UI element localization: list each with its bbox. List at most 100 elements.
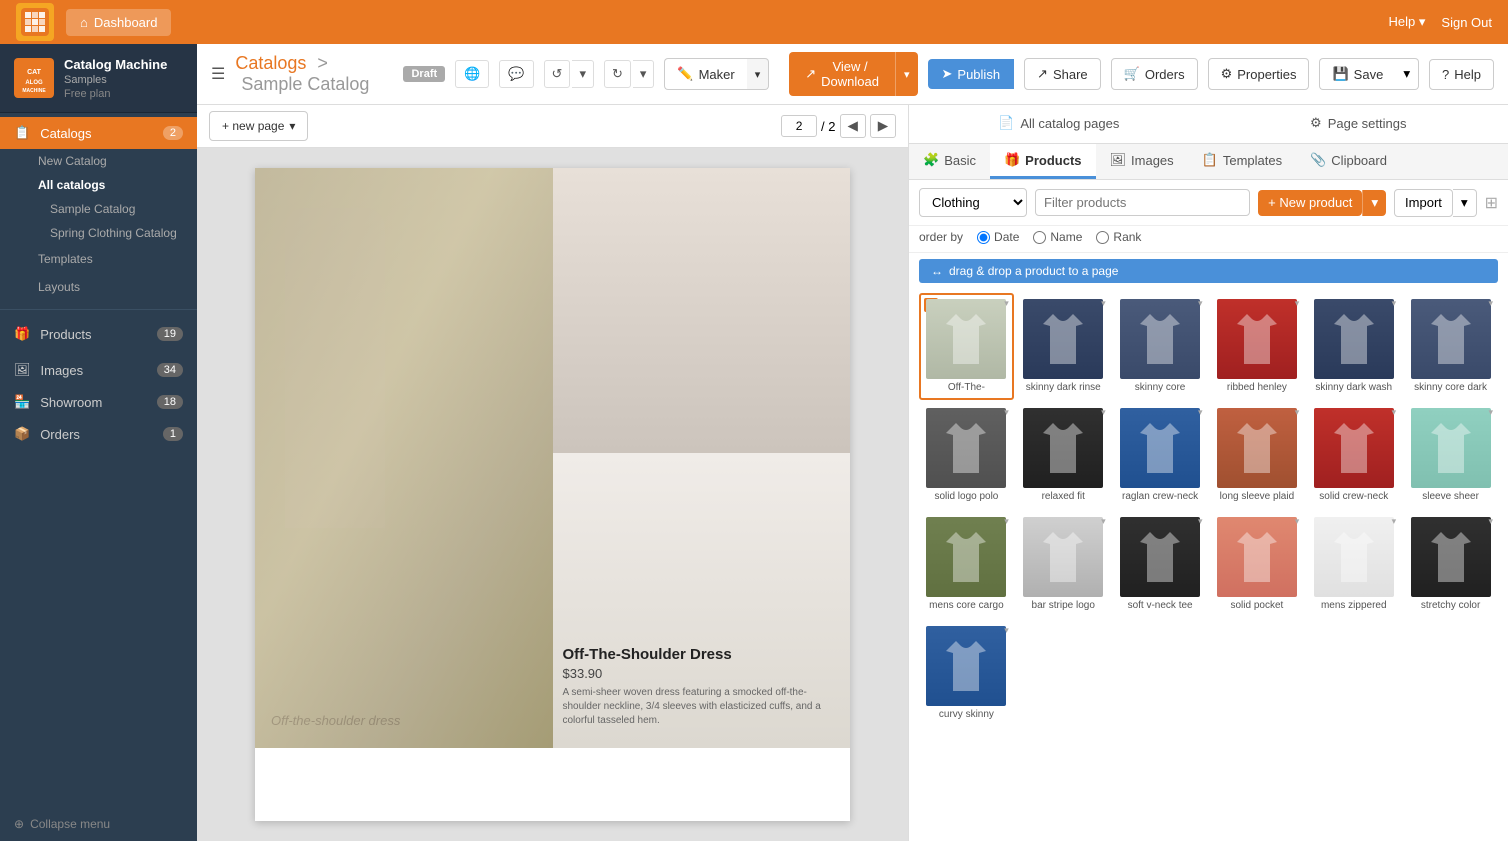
sidebar-item-catalogs[interactable]: 📋 Catalogs 2 [0,117,197,149]
product-dropdown[interactable]: ▾ [1004,516,1009,527]
order-by-rank-label[interactable]: Rank [1096,230,1141,244]
product-card[interactable]: ▾relaxed fit [1016,402,1111,509]
product-card[interactable]: ▾skinny dark rinse [1016,293,1111,400]
product-dropdown[interactable]: ▾ [1295,298,1300,309]
product-card[interactable]: ▾skinny core [1113,293,1208,400]
sidebar-sub-spring-catalog[interactable]: Spring Clothing Catalog [0,221,197,245]
order-by-date-label[interactable]: Date [977,230,1019,244]
product-card[interactable]: ▾raglan crew-neck [1113,402,1208,509]
product-card[interactable]: ▾solid logo polo [919,402,1014,509]
product-dropdown[interactable]: ▾ [1198,516,1203,527]
globe-button[interactable]: 🌐 [455,60,489,88]
sub-tab-images[interactable]: 🖼 Images [1096,144,1188,179]
hamburger-icon[interactable]: ☰ [211,64,225,84]
maker-dropdown[interactable]: ▾ [747,58,770,90]
product-card[interactable]: ▾ribbed henley [1210,293,1305,400]
sidebar-layouts-link[interactable]: Layouts [0,273,197,301]
grid-view-button[interactable]: ⊞ [1485,193,1498,213]
all-catalog-pages-label: All catalog pages [1020,116,1119,131]
view-download-button[interactable]: ↗ View / Download [789,52,895,96]
product-card[interactable]: ▾stretchy color [1403,511,1498,618]
product-dropdown[interactable]: ▾ [1488,407,1493,418]
help-button[interactable]: ? Help [1429,59,1494,90]
order-by-name-label[interactable]: Name [1033,230,1082,244]
properties-button[interactable]: ⚙ Properties [1208,58,1310,90]
product-card[interactable]: ▾soft v-neck tee [1113,511,1208,618]
page-input[interactable] [781,115,817,137]
sidebar-item-products[interactable]: 🎁 Products 19 [0,318,197,350]
breadcrumb-parent[interactable]: Catalogs [235,53,306,73]
order-by-date-radio[interactable] [977,231,990,244]
orders-button[interactable]: 🛒 Orders [1111,58,1198,90]
collapse-menu[interactable]: ⊕ Collapse menu [0,807,197,841]
product-card[interactable]: ✓▾Off-The- [919,293,1014,400]
sidebar-sub-new-catalog[interactable]: New Catalog [0,149,197,173]
category-select[interactable]: Clothing All Products [919,188,1027,217]
redo-button[interactable]: ↻ [604,60,631,88]
product-dropdown[interactable]: ▾ [1004,407,1009,418]
product-card[interactable]: ▾bar stripe logo [1016,511,1111,618]
product-card[interactable]: ▾sleeve sheer [1403,402,1498,509]
sidebar-sub-all-catalogs[interactable]: All catalogs [0,173,197,197]
import-button[interactable]: Import [1394,189,1453,217]
tab-all-catalog-pages[interactable]: 📄 All catalog pages [909,105,1209,143]
product-card[interactable]: ▾skinny core dark [1403,293,1498,400]
signout-link[interactable]: Sign Out [1441,15,1492,30]
product-dropdown[interactable]: ▾ [1295,516,1300,527]
product-dropdown[interactable]: ▾ [1295,407,1300,418]
save-icon: 💾 [1332,66,1348,82]
product-card[interactable]: ▾mens zippered [1306,511,1401,618]
product-dropdown[interactable]: ▾ [1488,516,1493,527]
product-card[interactable]: ▾solid crew-neck [1306,402,1401,509]
undo-dropdown[interactable]: ▾ [572,60,594,88]
product-card[interactable]: ▾skinny dark wash [1306,293,1401,400]
sub-tab-basic[interactable]: 🧩 Basic [909,144,990,179]
product-card[interactable]: ▾curvy skinny [919,620,1014,727]
sidebar-item-images[interactable]: 🖼 Images 34 [0,354,197,386]
page-next-button[interactable]: ▶ [870,114,896,138]
new-page-button[interactable]: + new page ▾ [209,111,308,141]
product-dropdown[interactable]: ▾ [1198,298,1203,309]
save-dropdown[interactable]: ▾ [1395,58,1419,90]
new-product-button[interactable]: + New product [1258,190,1362,216]
product-card[interactable]: ▾solid pocket [1210,511,1305,618]
sub-tab-products[interactable]: 🎁 Products [990,144,1096,179]
product-dropdown[interactable]: ▾ [1004,625,1009,636]
maker-button[interactable]: ✏️ Maker [664,58,746,90]
product-dropdown[interactable]: ▾ [1004,298,1009,309]
share-button[interactable]: ↗ Share [1024,58,1101,90]
product-dropdown[interactable]: ▾ [1392,407,1397,418]
page-prev-button[interactable]: ◀ [840,114,866,138]
product-dropdown[interactable]: ▾ [1101,298,1106,309]
sidebar-item-showroom[interactable]: 🏪 Showroom 18 [0,386,197,418]
redo-dropdown[interactable]: ▾ [633,60,655,88]
sidebar-templates-link[interactable]: Templates [0,245,197,273]
product-dropdown[interactable]: ▾ [1101,516,1106,527]
sub-tab-templates[interactable]: 📋 Templates [1188,144,1296,179]
product-dropdown[interactable]: ▾ [1392,298,1397,309]
product-dropdown[interactable]: ▾ [1488,298,1493,309]
new-product-dropdown[interactable]: ▾ [1362,190,1386,216]
view-download-dropdown[interactable]: ▾ [895,52,918,96]
sidebar-item-orders[interactable]: 📦 Orders 1 [0,418,197,450]
product-card[interactable]: ▾long sleeve plaid [1210,402,1305,509]
images-label: Images [41,363,84,378]
sub-tab-clipboard[interactable]: 📎 Clipboard [1296,144,1401,179]
product-dropdown[interactable]: ▾ [1392,516,1397,527]
order-by-rank-radio[interactable] [1096,231,1109,244]
product-card[interactable]: ▾mens core cargo [919,511,1014,618]
help-link[interactable]: Help ▾ [1389,14,1426,30]
product-dropdown[interactable]: ▾ [1101,407,1106,418]
undo-button[interactable]: ↺ [544,60,571,88]
dashboard-button[interactable]: ⌂ Dashboard [66,9,171,36]
tab-page-settings[interactable]: ⚙ Page settings [1209,105,1508,143]
save-button[interactable]: 💾 Save [1319,58,1395,90]
product-dropdown[interactable]: ▾ [1198,407,1203,418]
order-by-name-radio[interactable] [1033,231,1046,244]
comment-button[interactable]: 💬 [499,60,533,88]
publish-button[interactable]: ➤ Publish [928,59,1015,89]
products-search-input[interactable] [1035,189,1250,216]
sidebar-sub-sample-catalog[interactable]: Sample Catalog [0,197,197,221]
import-dropdown[interactable]: ▾ [1453,189,1477,217]
canvas-scroll[interactable]: Off-the-shoulder dress [197,148,908,841]
